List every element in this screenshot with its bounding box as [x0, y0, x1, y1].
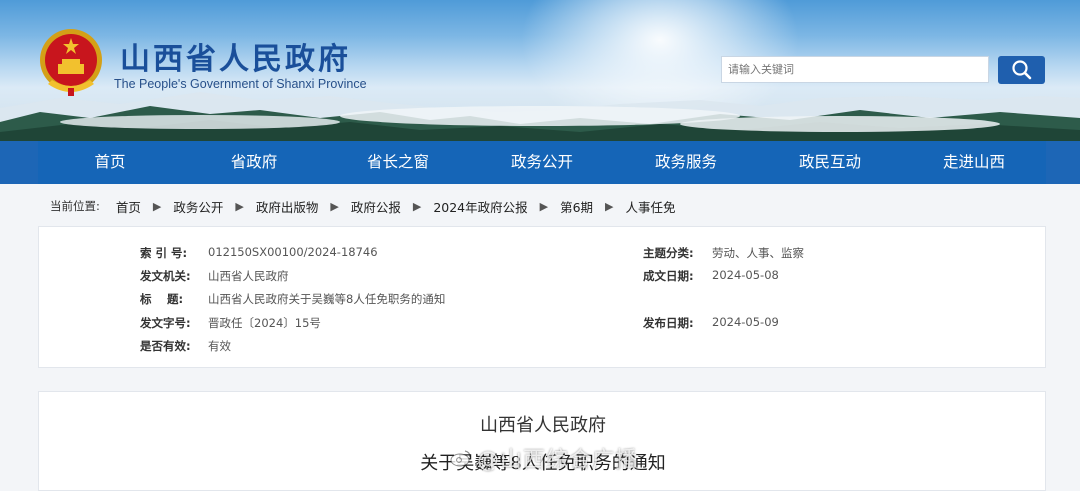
breadcrumb-link[interactable]: 政府出版物 [256, 197, 319, 216]
nav-item-government-services[interactable]: 政务服务 [614, 141, 758, 184]
breadcrumb-separator-icon: ▶ [330, 199, 339, 213]
breadcrumb-separator-icon: ▶ [152, 199, 162, 213]
breadcrumb: 当前位置: 首页 ▶ 政务公开 ▶ 政府出版物 ▶ 政府公报 ▶ 2024年政府… [50, 196, 676, 216]
watermark: @山西综合广播 [449, 442, 709, 474]
document-issuer-heading: 山西省人民政府 [480, 415, 606, 436]
nav-item-public-interaction[interactable]: 政民互动 [758, 141, 902, 184]
document-number-value: 晋政任〔2024〕15号 [208, 316, 321, 330]
validity-label: 是否有效: [140, 339, 191, 353]
site-subtitle: The People's Government of Shanxi Provin… [114, 77, 367, 91]
breadcrumb-separator-icon: ▶ [539, 199, 549, 213]
search-icon [1012, 60, 1032, 80]
document-content: 山西省人民政府 关于吴巍等8人任免职务的通知 @山西综合广播 [38, 391, 1046, 491]
index-number-label: 索 引 号: [140, 246, 188, 260]
breadcrumb-link[interactable]: 第6期 [560, 197, 593, 216]
main-navigation: 首页 省政府 省长之窗 政务公开 政务服务 政民互动 走进山西 [0, 141, 1080, 184]
national-emblem-icon [38, 26, 104, 98]
breadcrumb-prefix: 当前位置: [50, 199, 100, 213]
title-value: 山西省人民政府关于吴巍等8人任免职务的通知 [208, 292, 446, 306]
nav-item-provincial-government[interactable]: 省政府 [182, 141, 326, 184]
breadcrumb-separator-icon: ▶ [412, 199, 422, 213]
issuer-label: 发文机关: [140, 269, 191, 283]
created-date-label: 成文日期: [643, 269, 694, 283]
site-title: 山西省人民政府 [120, 42, 351, 77]
title-label: 标 题: [140, 292, 184, 306]
nav-item-government-affairs[interactable]: 政务公开 [470, 141, 614, 184]
breadcrumb-link[interactable]: 政府公报 [351, 197, 401, 216]
nav-item-about-shanxi[interactable]: 走进山西 [902, 141, 1046, 184]
category-value: 劳动、人事、监察 [712, 246, 804, 260]
breadcrumb-link[interactable]: 2024年政府公报 [433, 197, 527, 216]
document-info-panel: 索 引 号: 012150SX00100/2024-18746 主题分类: 劳动… [38, 226, 1046, 368]
category-label: 主题分类: [643, 246, 694, 260]
published-date-value: 2024-05-09 [712, 315, 779, 329]
breadcrumb-separator-icon: ▶ [605, 199, 614, 213]
breadcrumb-current[interactable]: 人事任免 [626, 197, 676, 216]
index-number-value: 012150SX00100/2024-18746 [208, 245, 378, 259]
breadcrumb-link[interactable]: 政务公开 [173, 197, 223, 216]
weibo-icon [449, 448, 473, 474]
nav-item-home[interactable]: 首页 [38, 141, 182, 184]
created-date-value: 2024-05-08 [712, 268, 779, 282]
nav-bar-inner: 首页 省政府 省长之窗 政务公开 政务服务 政民互动 走进山西 [38, 141, 1046, 184]
breadcrumb-separator-icon: ▶ [235, 199, 244, 213]
search-input[interactable] [721, 56, 989, 83]
issuer-value: 山西省人民政府 [208, 269, 289, 283]
nav-item-governor-window[interactable]: 省长之窗 [326, 141, 470, 184]
validity-value: 有效 [208, 339, 231, 353]
document-number-label: 发文字号: [140, 316, 191, 330]
breadcrumb-link[interactable]: 首页 [116, 197, 141, 216]
published-date-label: 发布日期: [643, 316, 694, 330]
site-header: 山西省人民政府 The People's Government of Shanx… [0, 0, 1080, 141]
watermark-text: @山西综合广播 [477, 448, 639, 473]
search-button[interactable] [998, 56, 1045, 84]
